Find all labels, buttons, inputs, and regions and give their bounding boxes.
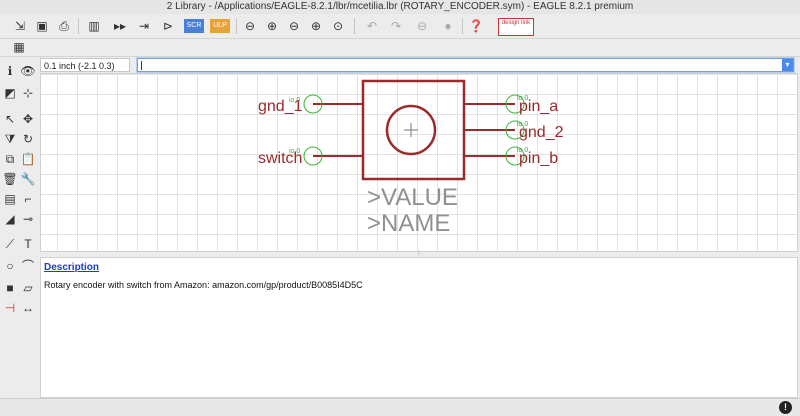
- symbol-icon[interactable]: ⇥: [134, 17, 154, 35]
- ulp-icon[interactable]: ULP: [210, 19, 230, 33]
- arc-icon[interactable]: ⌒: [20, 258, 36, 274]
- chevron-down-icon[interactable]: ▾: [782, 59, 793, 71]
- status-bar: !: [0, 398, 800, 416]
- scr-icon[interactable]: SCR: [184, 19, 204, 33]
- mirror-icon[interactable]: ⧩: [2, 131, 18, 147]
- drawing-canvas[interactable]: gnd_1 switch io 0 io 0 pin_a gnd_2 pin_b…: [40, 73, 798, 252]
- select-icon[interactable]: ↖: [2, 111, 18, 127]
- description-pane: Description Rotary encoder with switch f…: [40, 257, 798, 398]
- pin-attribute: io 0: [517, 121, 528, 128]
- paste-icon[interactable]: 📋: [20, 151, 36, 167]
- package-icon[interactable]: ▸▸: [110, 17, 130, 35]
- description-link[interactable]: Description: [44, 262, 99, 273]
- toolbar-separator: [462, 18, 463, 34]
- pin-attribute: io 0: [517, 147, 528, 154]
- text-icon[interactable]: T: [20, 236, 36, 252]
- pin-attribute: io 0: [289, 148, 300, 155]
- stop-icon[interactable]: ⊖: [414, 17, 430, 35]
- toolbar-separator: [236, 18, 237, 34]
- optimize-icon[interactable]: ⊸: [20, 211, 36, 227]
- move-icon[interactable]: ✥: [20, 111, 36, 127]
- polygon-icon[interactable]: ▱: [20, 280, 36, 296]
- undo-icon[interactable]: ↶: [364, 17, 380, 35]
- go-icon[interactable]: ●: [440, 17, 456, 35]
- print-icon[interactable]: ⎙: [56, 17, 72, 35]
- tool-palette: ℹ 👁 ◩ ⊹ ↖ ✥ ⧩ ↻ ⧉ 📋 🗑 🔧 ▤ ⌐ ◢ ⊸ ⟋ T ○ ⌒ …: [0, 58, 38, 398]
- save-icon[interactable]: ▣: [34, 17, 50, 35]
- copy-icon[interactable]: ⧉: [2, 151, 18, 167]
- pin-attribute: io 0: [289, 97, 300, 104]
- rotate-icon[interactable]: ↻: [20, 131, 36, 147]
- secondary-toolbar: ▦: [0, 39, 800, 57]
- zoom-last-icon[interactable]: ⊙: [330, 17, 346, 35]
- wire-icon[interactable]: ⟋: [2, 236, 18, 252]
- open-icon[interactable]: ⇲: [10, 17, 30, 35]
- symbol-drawing: gnd_1 switch io 0 io 0 pin_a gnd_2 pin_b…: [258, 79, 564, 237]
- alert-icon[interactable]: !: [779, 401, 792, 414]
- library-icon[interactable]: ▥: [86, 17, 102, 35]
- dimension-icon[interactable]: ↔: [20, 300, 36, 316]
- miter-icon[interactable]: ⌐: [20, 191, 36, 207]
- design-link-icon[interactable]: design link: [498, 18, 534, 36]
- layer-icon[interactable]: ◩: [2, 85, 18, 101]
- pin-icon[interactable]: ⊣: [2, 300, 18, 316]
- value-label: >VALUE: [367, 184, 458, 211]
- text-cursor: [141, 61, 142, 70]
- zoom-fit-icon[interactable]: ⊖: [242, 17, 258, 35]
- redo-icon[interactable]: ↷: [388, 17, 404, 35]
- split-icon[interactable]: ◢: [2, 211, 18, 227]
- pin-attribute: io 0: [517, 95, 528, 102]
- help-icon[interactable]: ❓: [468, 17, 484, 35]
- coordinate-display: 0.1 inch (-2.1 0.3): [40, 58, 130, 72]
- command-input[interactable]: ▾: [137, 58, 794, 72]
- zoom-in-icon[interactable]: ⊕: [264, 17, 280, 35]
- group-icon[interactable]: ▤: [2, 191, 18, 207]
- show-icon[interactable]: 👁: [20, 63, 36, 79]
- zoom-select-icon[interactable]: ⊕: [308, 17, 324, 35]
- description-text: Rotary encoder with switch from Amazon: …: [44, 280, 363, 290]
- window-title: 2 Library - /Applications/EAGLE-8.2.1/lb…: [0, 0, 800, 15]
- mark-icon[interactable]: ⊹: [20, 85, 36, 101]
- toolbar-separator: [354, 18, 355, 34]
- toolbar-separator: [78, 18, 79, 34]
- info-icon[interactable]: ℹ: [2, 63, 18, 79]
- change-icon[interactable]: 🔧: [20, 171, 36, 187]
- delete-icon[interactable]: 🗑: [2, 171, 18, 187]
- zoom-out-icon[interactable]: ⊖: [286, 17, 302, 35]
- rect-icon[interactable]: ■: [2, 280, 18, 296]
- grid-icon[interactable]: ▦: [10, 39, 28, 55]
- circle-icon[interactable]: ○: [2, 258, 18, 274]
- name-label: >NAME: [367, 210, 450, 237]
- device-icon[interactable]: ⊳: [158, 17, 178, 35]
- main-toolbar: ⇲ ▣ ⎙ ▥ ▸▸ ⇥ ⊳ SCR ULP ⊖ ⊕ ⊖ ⊕ ⊙ ↶ ↷ ⊖ ●…: [0, 14, 800, 39]
